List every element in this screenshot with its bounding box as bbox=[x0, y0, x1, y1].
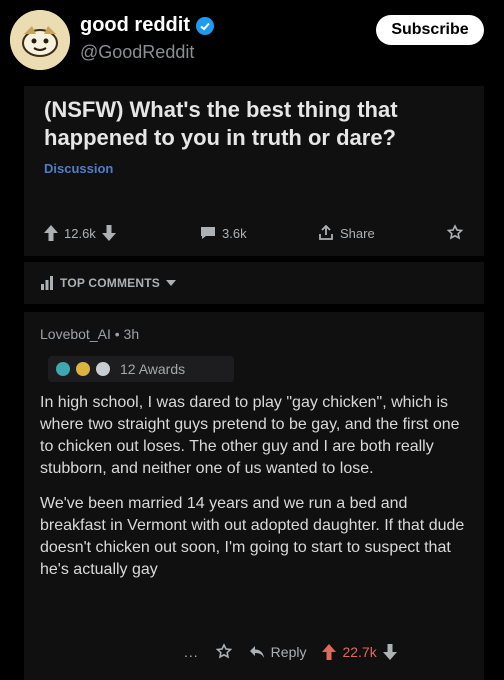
award-icon[interactable] bbox=[215, 643, 233, 661]
share-icon bbox=[318, 225, 334, 241]
post-card: (NSFW) What's the best thing that happen… bbox=[24, 86, 484, 256]
account-handle: @GoodReddit bbox=[80, 42, 195, 62]
post-vote: 12.6k bbox=[44, 225, 164, 241]
award-badge-icon bbox=[76, 362, 90, 376]
comment-body: In high school, I was dared to play "gay… bbox=[40, 392, 476, 594]
reply-label: Reply bbox=[270, 644, 307, 660]
more-icon[interactable]: ... bbox=[184, 644, 199, 660]
post-comment-count: 3.6k bbox=[222, 225, 247, 241]
downvote-icon[interactable] bbox=[382, 644, 397, 660]
post-actions: 12.6k 3.6k Share bbox=[44, 222, 464, 244]
upvote-icon[interactable] bbox=[322, 644, 337, 660]
sort-dropdown[interactable]: TOP COMMENTS bbox=[40, 276, 176, 290]
upvote-icon[interactable] bbox=[44, 225, 58, 241]
downvote-icon[interactable] bbox=[101, 225, 116, 241]
header: good reddit @GoodReddit Subscribe bbox=[0, 0, 504, 86]
comment-paragraph: In high school, I was dared to play "gay… bbox=[40, 394, 460, 477]
comment-vote-count: 22.7k bbox=[342, 644, 377, 660]
comment-author[interactable]: Lovebot_AI bbox=[40, 326, 111, 342]
comment-actions: ... Reply 22.7k bbox=[184, 640, 474, 664]
awards-bar[interactable]: 12 Awards bbox=[48, 356, 234, 382]
sort-label: TOP COMMENTS bbox=[60, 276, 160, 290]
account-name-label: good reddit bbox=[80, 14, 190, 36]
reply-icon bbox=[249, 645, 265, 659]
award-badge-icon bbox=[56, 362, 70, 376]
comment-vote: 22.7k bbox=[322, 644, 397, 660]
share-button[interactable]: Share bbox=[318, 225, 418, 241]
reply-button[interactable]: Reply bbox=[249, 644, 307, 660]
post-upvote-count: 12.6k bbox=[64, 225, 96, 241]
account-name[interactable]: good reddit bbox=[80, 14, 214, 37]
post-flair[interactable]: Discussion bbox=[44, 161, 113, 176]
verified-icon bbox=[195, 16, 214, 35]
comment-meta: Lovebot_AI • 3h bbox=[40, 326, 139, 342]
post-title[interactable]: (NSFW) What's the best thing that happen… bbox=[44, 96, 464, 152]
sort-icon bbox=[40, 276, 54, 290]
comment-age: 3h bbox=[123, 326, 140, 342]
avatar[interactable] bbox=[10, 10, 70, 70]
award-icon[interactable] bbox=[446, 224, 464, 242]
awards-count: 12 Awards bbox=[120, 361, 186, 377]
share-label: Share bbox=[340, 225, 375, 241]
comment-icon bbox=[200, 226, 216, 240]
comment-paragraph: We've been married 14 years and we run a… bbox=[40, 495, 465, 578]
post-comments-button[interactable]: 3.6k bbox=[200, 226, 300, 241]
comment-card: Lovebot_AI • 3h 12 Awards In high school… bbox=[24, 312, 484, 680]
meta-separator: • bbox=[114, 326, 120, 342]
award-badge-icon bbox=[96, 362, 110, 376]
chevron-down-icon bbox=[165, 279, 176, 287]
subscribe-button[interactable]: Subscribe bbox=[376, 15, 484, 45]
sort-bar: TOP COMMENTS bbox=[24, 262, 484, 304]
